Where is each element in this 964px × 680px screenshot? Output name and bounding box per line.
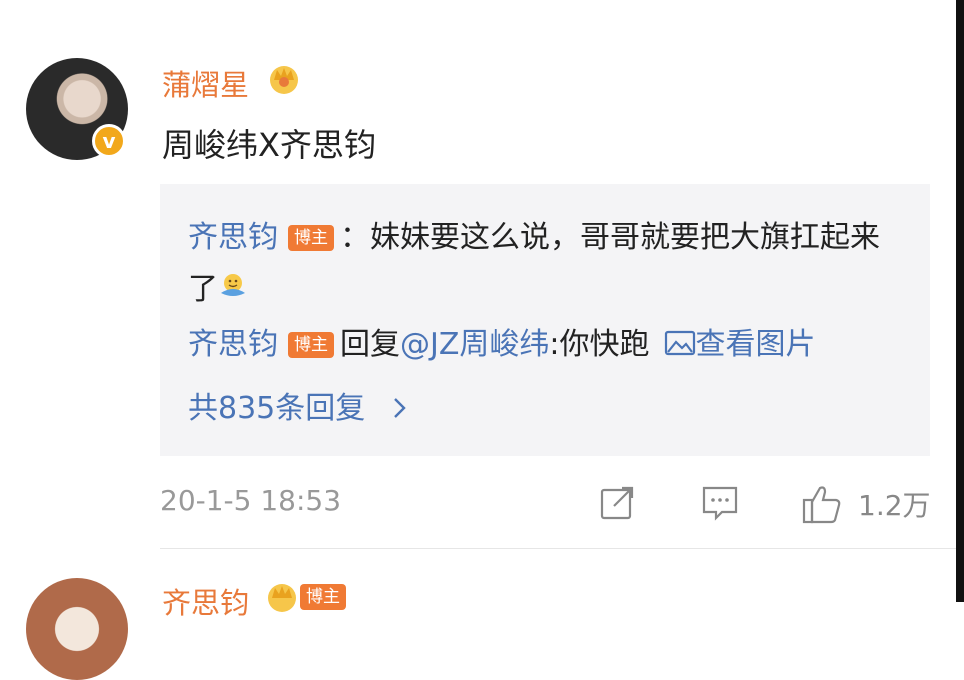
comment-icon[interactable]: [700, 482, 740, 522]
verified-icon: v: [92, 124, 126, 158]
mention-link[interactable]: @JZ周峻纬: [400, 327, 549, 362]
like-icon[interactable]: [800, 482, 844, 526]
share-icon[interactable]: [598, 482, 638, 522]
total-replies-link[interactable]: 共835条回复: [188, 386, 411, 432]
blogger-badge: 博主: [300, 584, 346, 610]
crown-icon: [270, 66, 298, 94]
crown-icon: [268, 584, 296, 612]
comment-author[interactable]: 蒲熠星: [162, 62, 249, 104]
hug-emoji-icon: [221, 274, 245, 296]
view-image-link[interactable]: 查看图片: [696, 327, 816, 362]
reply-item[interactable]: 齐思钧 博主 回复@JZ周峻纬:你快跑 查看图片: [188, 322, 816, 368]
avatar[interactable]: [26, 578, 128, 680]
reply-prefix: 回复: [340, 327, 400, 362]
comment-divider: [160, 548, 956, 549]
right-frame-border: [956, 0, 964, 602]
reply-item[interactable]: 齐思钧 博主 ：妹妹要这么说，哥哥就要把大旗扛起来了: [188, 212, 898, 316]
blogger-badge: 博主: [288, 332, 334, 358]
like-count: 1.2万: [858, 489, 931, 522]
comment-content: 周峻纬X齐思钧: [162, 126, 376, 164]
chevron-right-icon: [393, 398, 406, 418]
image-icon[interactable]: [664, 330, 696, 356]
reply-text: :你快跑: [549, 327, 650, 362]
comment-timestamp: 20-1-5 18:53: [160, 484, 342, 517]
blogger-badge: 博主: [288, 225, 334, 251]
reply-user[interactable]: 齐思钧: [188, 327, 278, 362]
comment-author[interactable]: 齐思钧: [162, 580, 249, 622]
reply-user[interactable]: 齐思钧: [188, 220, 278, 255]
